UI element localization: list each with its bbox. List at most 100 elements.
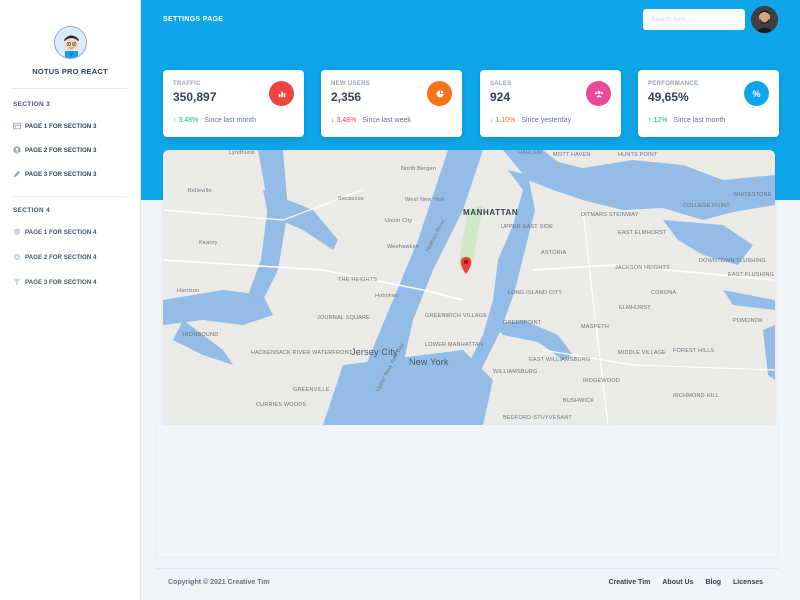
footer-links: Creative Tim About Us Blog Licenses xyxy=(608,579,763,586)
sidebar-item-label: PAGE 2 FOR SECTION 3 xyxy=(25,146,97,154)
map-label: BUSHWICK xyxy=(563,398,595,404)
sidebar-item-page1-section4[interactable]: PAGE 1 FOR SECTION 4 xyxy=(0,226,140,238)
map-label: CURRIES WOODS xyxy=(256,402,307,408)
map-label: LOWER MANHATTAN xyxy=(425,342,484,348)
brand[interactable]: NOTUS PRO REACT xyxy=(0,0,140,76)
map-label: IRONBOUND xyxy=(183,332,219,338)
table-icon xyxy=(13,122,21,130)
map-label: Weehawken xyxy=(387,244,419,250)
sidebar-divider xyxy=(13,196,127,197)
map-label: RICHMOND HILL xyxy=(673,393,719,399)
sidebar-item-label: PAGE 3 FOR SECTION 4 xyxy=(25,278,97,286)
stat-value: 924 xyxy=(490,90,511,104)
footer-divider xyxy=(155,568,779,569)
map-label: MIDDLE VILLAGE xyxy=(618,350,667,356)
stat-since: Since last week xyxy=(362,117,411,124)
map-label: BEDFORD-STUYVESANT xyxy=(503,415,572,421)
map-label: MASPETH xyxy=(581,324,609,330)
users-icon xyxy=(586,81,611,106)
map-label: WHITESTONE xyxy=(733,192,772,198)
sidebar-item-label: PAGE 1 FOR SECTION 4 xyxy=(25,228,97,236)
brand-name: NOTUS PRO REACT xyxy=(32,67,108,76)
map-label: West New York xyxy=(405,197,445,203)
sidebar-item-label: PAGE 3 FOR SECTION 3 xyxy=(25,170,97,178)
chart-bar-icon xyxy=(269,81,294,106)
stat-card-performance: PERFORMANCE 49,65% % ↑ 12% Since last mo… xyxy=(638,70,779,137)
map-label: MANHATTAN xyxy=(463,208,519,217)
sidebar-item-page3-section3[interactable]: PAGE 3 FOR SECTION 3 xyxy=(0,168,140,180)
page-title: SETTINGS PAGE xyxy=(163,16,224,23)
map-label: EAST ELMHURST xyxy=(618,230,667,236)
search-input[interactable] xyxy=(643,9,745,30)
stat-label: NEW USERS xyxy=(331,81,371,87)
stat-footer: ↓ 3.48% Since last week xyxy=(331,117,411,124)
map-label: DITMARS STEINWAY xyxy=(581,212,639,218)
map-label: Secaucus xyxy=(338,196,364,202)
stat-value: 2,356 xyxy=(331,90,362,104)
footer-link-licenses[interactable]: Licenses xyxy=(733,579,763,586)
arrow-up-icon: ↑ xyxy=(173,117,177,124)
stat-footer: ↓ 1.10% Since yesterday xyxy=(490,117,571,124)
map-label: Harrison xyxy=(177,288,200,294)
pie-chart-icon xyxy=(427,81,452,106)
sidebar-item-page2-section4[interactable]: PAGE 2 FOR SECTION 4 xyxy=(0,251,140,263)
stat-value: 350,897 xyxy=(173,90,217,104)
map-label: North Bergen xyxy=(401,166,437,172)
map-label: GREENPOINT xyxy=(503,320,542,326)
map-label: ELMHURST xyxy=(619,305,651,311)
map-label: ASTORIA xyxy=(541,250,567,256)
footer-link-creative-tim[interactable]: Creative Tim xyxy=(608,579,650,586)
stat-value: 49,65% xyxy=(648,90,689,104)
sidebar-item-page3-section4[interactable]: PAGE 3 FOR SECTION 4 xyxy=(0,276,140,288)
map-label: HARLEM xyxy=(518,150,543,156)
map-label: Hoboken xyxy=(375,293,399,299)
map-label: HACKENSACK RIVER WATERFRONT xyxy=(251,350,353,356)
map-label: Union City xyxy=(385,218,413,224)
stat-label: SALES xyxy=(490,81,512,87)
map-label: Jersey City xyxy=(351,347,398,357)
map-label: THE HEIGHTS xyxy=(338,277,378,283)
sidebar-divider xyxy=(13,88,127,89)
map-label: RIDGEWOOD xyxy=(583,378,620,384)
sidebar-section-title: SECTION 3 xyxy=(13,101,51,108)
map-label: New York xyxy=(409,357,449,367)
map-label: EAST FLUSHING xyxy=(728,272,775,278)
map-label: POMONOK xyxy=(733,318,764,324)
stat-footer: ↑ 3.48% Since last month xyxy=(173,117,256,124)
arrow-up-icon: ↑ xyxy=(648,117,652,124)
sidebar: NOTUS PRO REACT SECTION 3 PAGE 1 FOR SEC… xyxy=(0,0,141,600)
sidebar-item-label: PAGE 1 FOR SECTION 3 xyxy=(25,122,97,130)
avatar[interactable] xyxy=(751,6,778,33)
map[interactable]: Lyndhurst Belleville Secaucus North Berg… xyxy=(163,150,775,425)
map-label: CORONA xyxy=(651,290,677,296)
stat-card-sales: SALES 924 ↓ 1.10% Since yesterday xyxy=(480,70,621,137)
pencil-icon xyxy=(13,170,21,178)
sidebar-item-page1-section3[interactable]: PAGE 1 FOR SECTION 3 xyxy=(0,120,140,132)
gear-icon xyxy=(13,253,21,261)
map-label: MOTT HAVEN xyxy=(553,152,591,158)
arrow-down-icon: ↓ xyxy=(331,117,335,124)
stat-footer: ↑ 12% Since last month xyxy=(648,117,725,124)
map-label: GREENVILLE xyxy=(293,387,330,393)
stat-change: 3.48% xyxy=(178,117,199,124)
stat-label: TRAFFIC xyxy=(173,81,201,87)
percent-icon: % xyxy=(744,81,769,106)
arrow-down-icon: ↓ xyxy=(490,117,494,124)
map-label: JOURNAL SQUARE xyxy=(317,315,371,321)
map-label: UPPER EAST SIDE xyxy=(501,224,554,230)
sidebar-item-page2-section3[interactable]: PAGE 2 FOR SECTION 3 xyxy=(0,144,140,156)
stat-label: PERFORMANCE xyxy=(648,81,699,87)
map-label: GREENWICH VILLAGE xyxy=(425,313,488,319)
stat-change: 3.48% xyxy=(336,117,357,124)
map-label: COLLEGE POINT xyxy=(683,203,730,209)
map-label: LONG ISLAND CITY xyxy=(508,290,563,296)
content-panel xyxy=(155,425,779,558)
map-label: FOREST HILLS xyxy=(673,348,715,354)
footer-link-about-us[interactable]: About Us xyxy=(662,579,693,586)
copyright: Copyright © 2021 Creative Tim xyxy=(168,579,270,586)
stat-since: Since yesterday xyxy=(521,117,572,124)
map-label: WILLIAMSBURG xyxy=(493,369,538,375)
footer-link-blog[interactable]: Blog xyxy=(705,579,721,586)
brand-logo xyxy=(53,26,87,59)
map-label: EAST WILLIAMSBURG xyxy=(529,357,591,363)
